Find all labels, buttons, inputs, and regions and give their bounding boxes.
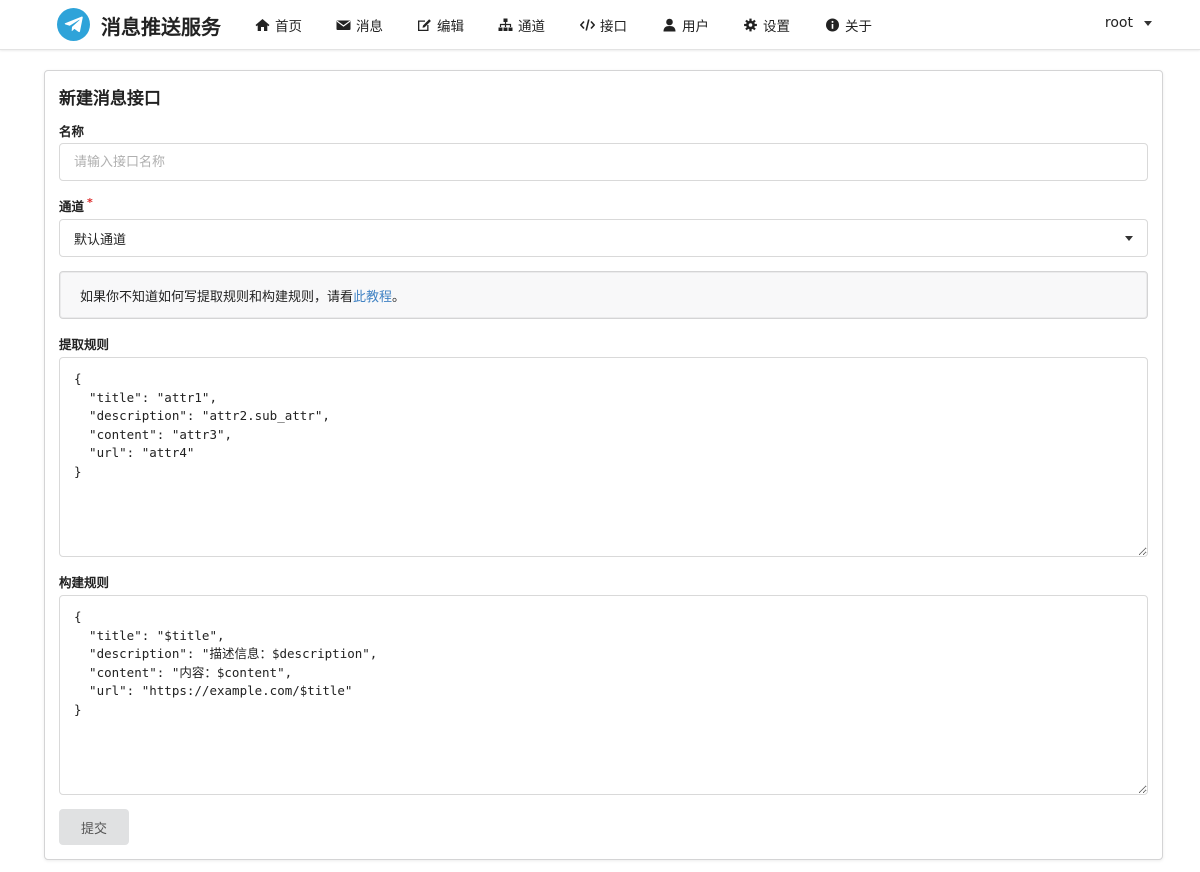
channel-label: 通道 * bbox=[59, 196, 93, 215]
nav-label-api: 接口 bbox=[600, 19, 627, 35]
home-icon bbox=[255, 18, 270, 32]
required-mark: * bbox=[87, 196, 93, 209]
nav-label-settings: 设置 bbox=[763, 19, 790, 35]
top-navbar: 消息推送服务 首页 消息 编辑 通道 接口 用户 设置 关于 root bbox=[0, 0, 1200, 50]
nav-item-users[interactable]: 用户 bbox=[662, 15, 709, 35]
app-brand[interactable]: 消息推送服务 bbox=[101, 11, 221, 40]
user-icon bbox=[662, 18, 677, 32]
nav-label-about: 关于 bbox=[845, 19, 872, 35]
nav-label-messages: 消息 bbox=[356, 19, 383, 35]
nav-item-settings[interactable]: 设置 bbox=[743, 15, 790, 35]
name-input[interactable] bbox=[59, 143, 1148, 181]
user-menu[interactable]: root bbox=[1105, 15, 1152, 31]
edit-icon bbox=[417, 18, 432, 32]
channel-label-text: 通道 bbox=[59, 199, 85, 214]
sitemap-icon bbox=[498, 18, 513, 32]
notice-text-end: 。 bbox=[392, 289, 406, 305]
user-name: root bbox=[1104, 15, 1133, 31]
gear-icon bbox=[743, 18, 758, 32]
telegram-logo-icon[interactable] bbox=[57, 8, 90, 41]
nav-item-edit[interactable]: 编辑 bbox=[417, 15, 464, 35]
name-label: 名称 bbox=[59, 124, 85, 139]
nav-item-channels[interactable]: 通道 bbox=[498, 15, 545, 35]
channel-select-value: 默认通道 bbox=[74, 232, 127, 248]
nav-label-home: 首页 bbox=[275, 19, 302, 35]
nav-item-home[interactable]: 首页 bbox=[255, 15, 302, 35]
build-rule-textarea[interactable]: { "title": "$title", "description": "描述信… bbox=[59, 595, 1148, 795]
envelope-icon bbox=[336, 18, 351, 32]
submit-button[interactable]: 提交 bbox=[59, 809, 129, 845]
channel-select[interactable]: 默认通道 bbox=[59, 219, 1148, 257]
tutorial-notice: 如果你不知道如何写提取规则和构建规则，请看 此教程。 bbox=[59, 271, 1148, 319]
code-icon bbox=[580, 18, 595, 32]
notice-text: 如果你不知道如何写提取规则和构建规则，请看 bbox=[80, 289, 354, 305]
nav-label-channels: 通道 bbox=[518, 19, 545, 35]
new-api-form-card: 新建消息接口 名称 通道* 默认通道 如果你不知道如何写提取规则和构建规则，请看… bbox=[44, 70, 1163, 860]
nav-item-api[interactable]: 接口 bbox=[580, 15, 627, 35]
dropdown-caret-icon bbox=[1125, 236, 1133, 241]
extract-rule-textarea[interactable]: { "title": "attr1", "description": "attr… bbox=[59, 357, 1148, 557]
nav-label-users: 用户 bbox=[682, 19, 709, 35]
extract-rule-label: 提取规则 bbox=[59, 337, 110, 352]
page-title: 新建消息接口 bbox=[59, 89, 161, 109]
tutorial-link[interactable]: 此教程 bbox=[353, 286, 392, 305]
info-icon bbox=[825, 18, 840, 32]
nav-label-edit: 编辑 bbox=[437, 19, 464, 35]
nav-item-messages[interactable]: 消息 bbox=[336, 15, 383, 35]
build-rule-label: 构建规则 bbox=[59, 575, 110, 590]
caret-down-icon bbox=[1144, 20, 1152, 26]
nav-item-about[interactable]: 关于 bbox=[825, 15, 872, 35]
